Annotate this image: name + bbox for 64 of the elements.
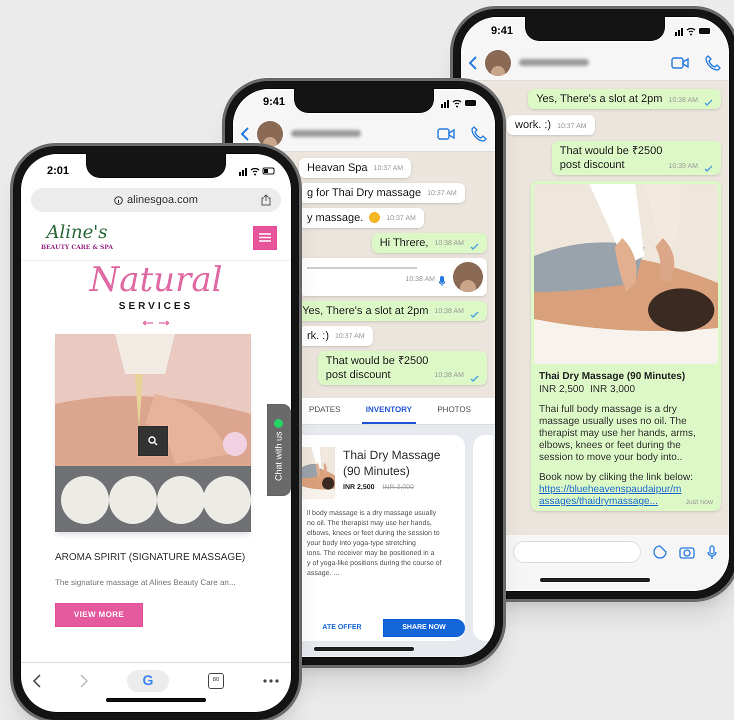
arrows-icon[interactable]: [142, 320, 170, 326]
status-icons: [239, 166, 275, 176]
info-icon: [114, 196, 124, 204]
whatsapp-icon: [274, 418, 284, 428]
microphone-icon[interactable]: [707, 544, 717, 560]
product-old-price: INR 3,000: [590, 383, 636, 396]
message-text: y massage.: [307, 210, 364, 225]
booking-prompt: Book now by cliking the link below:: [539, 472, 694, 484]
video-call-icon[interactable]: [437, 128, 455, 140]
share-icon[interactable]: [261, 194, 271, 206]
message-text: Yes, There's a slot at 2pm: [536, 92, 662, 106]
blurred-contact-name: [291, 130, 361, 138]
search-pill[interactable]: G: [127, 670, 169, 692]
status-time: 9:41: [263, 95, 286, 110]
avatar: [257, 120, 283, 147]
status-time: 9:41: [491, 24, 514, 39]
sticker-icon[interactable]: [653, 545, 667, 559]
message-text: Yes, There's a slot at 2pm: [302, 304, 428, 318]
zoom-button[interactable]: [138, 426, 168, 456]
tick-icon: [704, 165, 713, 172]
avatar: [453, 262, 483, 292]
back-icon[interactable]: [33, 674, 41, 688]
more-icon[interactable]: [263, 678, 279, 682]
message-text: g for Thai Dry massage: [307, 186, 422, 200]
avatar: [485, 50, 511, 76]
status-time: 2:01: [47, 164, 70, 179]
product-description: Thai full body massage is a dry massage usually uses no oil. The therapist may use her hands, arms, elbows, knees or feet during the session to move your body into..: [539, 404, 697, 464]
message-text: work. :): [515, 118, 552, 132]
menu-icon: [259, 233, 271, 242]
product-price: INR 2,500: [539, 383, 584, 396]
message-text: That would be ₹2500 post discount: [326, 354, 428, 382]
view-more-button[interactable]: VIEW MORE: [55, 603, 143, 627]
tick-icon: [704, 99, 713, 106]
address-bar[interactable]: alinesgoa.com: [31, 188, 281, 212]
phone-call-icon[interactable]: [471, 126, 487, 142]
product-title: Thai Dry Massage (90 Minutes): [343, 447, 442, 480]
tab[interactable]: PDATES: [305, 398, 344, 424]
logo-title: Aline's: [46, 223, 108, 243]
message-input-field[interactable]: [513, 541, 641, 563]
message-text: Heavan Spa: [307, 160, 368, 175]
tab[interactable]: PHOTOS: [433, 398, 475, 424]
microphone-icon: [439, 276, 445, 286]
search-icon: [148, 436, 158, 446]
section-heading: SERVICES: [118, 300, 194, 314]
tick-icon: [470, 374, 479, 382]
message-text: rk. :): [307, 328, 329, 343]
status-icons: [675, 26, 711, 36]
tick-icon: [470, 310, 479, 318]
camera-icon[interactable]: [679, 546, 695, 558]
service-title: AROMA SPIRIT (SIGNATURE MASSAGE): [55, 551, 246, 565]
forward-icon: [80, 674, 88, 688]
menu-button[interactable]: [253, 226, 277, 250]
service-excerpt: The signature massage at Alines Beauty Care an...: [55, 577, 237, 589]
status-icons: [441, 98, 477, 108]
message-text: That would be ₹2500 post discount: [560, 144, 662, 172]
tick-icon: [470, 242, 479, 250]
video-call-icon[interactable]: [671, 56, 689, 68]
script-heading: Natural: [90, 261, 222, 299]
chat-tab[interactable]: Chat with us: [267, 404, 291, 496]
phone-call-icon[interactable]: [705, 54, 721, 70]
product-title: Thai Dry Massage (90 Minutes): [539, 370, 686, 383]
blurred-contact-name: [519, 59, 589, 66]
booking-link[interactable]: https://blueheavenspaudaipur/massages/thaidrymassage...: [539, 484, 682, 508]
message-text: Hi Threre,: [380, 236, 428, 250]
